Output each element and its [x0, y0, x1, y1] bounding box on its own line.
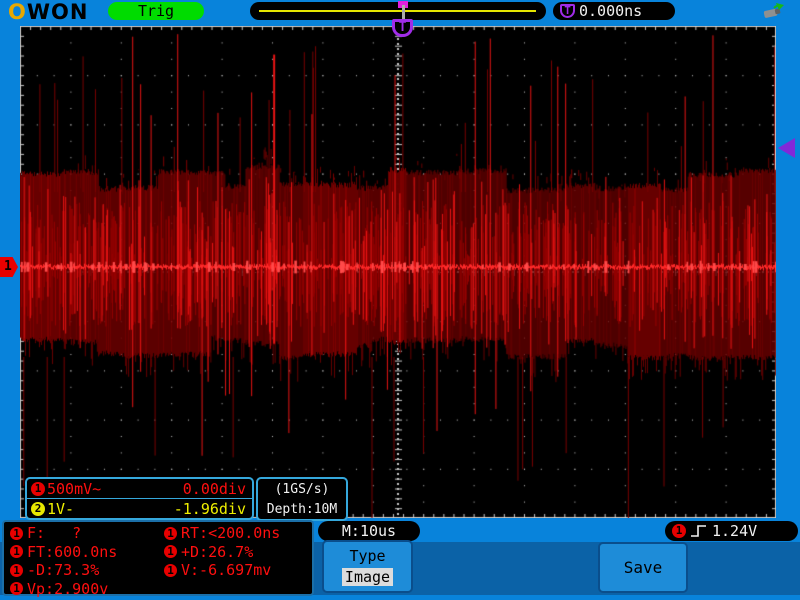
type-label: Type — [349, 547, 386, 566]
trigger-time-value: 0.000ns — [579, 2, 643, 20]
meas-value: V:-6.697mv — [181, 561, 272, 580]
meas-ch-badge: 1 — [164, 545, 177, 559]
trigger-level-value: 1.24V — [712, 522, 758, 540]
trigger-level-display: 1 1.24V — [665, 521, 798, 541]
record-depth: Depth:10M — [266, 501, 338, 517]
meas-value: RT:<200.0ns — [181, 524, 281, 543]
meas-ch-badge: 1 — [10, 563, 23, 577]
measurement-rise-time: 1 RT:<200.0ns — [164, 524, 280, 543]
measurement-pos-duty: 1 +D:26.7% — [164, 543, 280, 562]
measurement-mean-voltage: 1 V:-6.697mv — [164, 561, 280, 580]
channel2-badge: 2 — [31, 501, 45, 516]
channel1-status-box: 1 500mV~ 0.00div — [25, 477, 254, 499]
waveform-display-area — [20, 26, 776, 518]
channel2-scale: 1V- — [47, 499, 75, 518]
meas-value: +D:26.7% — [181, 542, 254, 561]
usb-storage-icon — [763, 3, 784, 18]
meas-ch-badge: 1 — [10, 545, 23, 559]
logo-o: O — [8, 0, 27, 24]
memory-position-bar — [250, 1, 546, 20]
trigger-time-display: T 0.000ns — [553, 2, 675, 20]
brand-logo: OWON — [8, 0, 88, 24]
save-button[interactable]: Save — [598, 542, 688, 593]
measurement-frequency: 1 F: ? — [10, 524, 117, 543]
meas-value: Vp:2.900v — [27, 579, 109, 598]
type-value: Image — [341, 567, 394, 586]
oscilloscope-screen: OWON Trig T 0.000ns T 1 1 500mV~ 0.00div … — [0, 0, 800, 600]
type-menu-button[interactable]: Type Image — [322, 540, 413, 593]
memory-window-line — [259, 10, 536, 12]
sample-rate: (1GS/s) — [274, 481, 330, 497]
trigger-status-badge: Trig — [108, 2, 204, 20]
channel1-scale: 500mV~ — [47, 479, 102, 498]
meas-value: FT:600.0ns — [27, 542, 118, 561]
meas-ch-badge: 1 — [164, 526, 177, 540]
logo-rest: WON — [26, 0, 89, 24]
measurement-neg-duty: 1 -D:73.3% — [10, 561, 117, 580]
measurement-vpp: 1 Vp:2.900v — [10, 580, 117, 599]
channel1-position: 0.00div — [182, 479, 246, 498]
trigger-t-icon: T — [560, 4, 575, 18]
meas-value: -D:73.3% — [27, 561, 100, 580]
measurement-fall-time: 1 FT:600.0ns — [10, 543, 117, 562]
channel2-status-box: 2 1V- -1.96div — [25, 498, 254, 520]
meas-ch-badge: 1 — [10, 582, 23, 596]
waveform-canvas — [20, 26, 776, 518]
meas-value: F: ? — [27, 524, 82, 543]
timebase-display: M:10us — [318, 521, 420, 541]
channel1-badge: 1 — [31, 481, 45, 496]
meas-ch-badge: 1 — [10, 526, 23, 540]
rising-edge-icon — [691, 525, 706, 537]
acquisition-info-box: (1GS/s) Depth:10M — [256, 477, 348, 521]
channel2-position: -1.96div — [173, 499, 246, 518]
channel1-position-marker: 1 — [0, 257, 18, 277]
trigger-channel-badge: 1 — [672, 524, 686, 538]
measurements-panel: 1 F: ? 1 FT:600.0ns 1 -D:73.3% 1 Vp:2.900v 1… — [2, 520, 314, 599]
meas-ch-badge: 1 — [164, 563, 177, 577]
trigger-level-arrow-icon — [778, 138, 795, 158]
